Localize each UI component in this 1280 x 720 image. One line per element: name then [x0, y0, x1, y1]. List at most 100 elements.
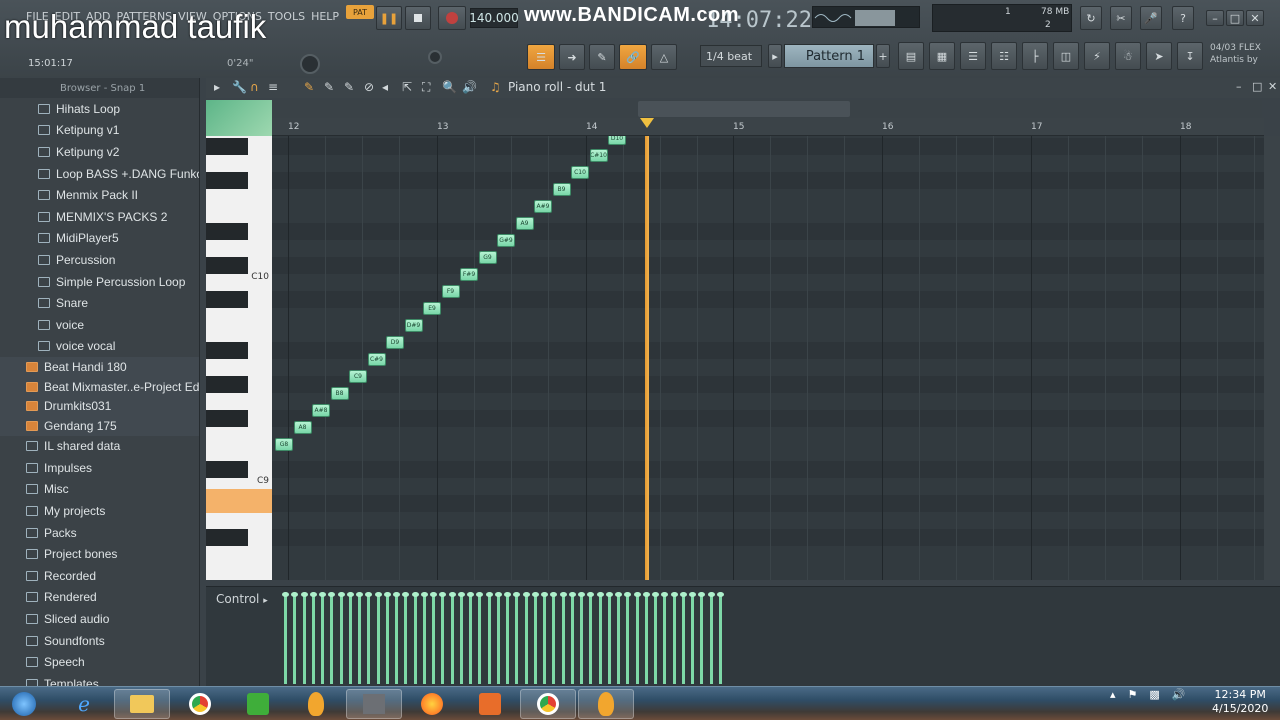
velocity-bar[interactable]	[587, 592, 594, 684]
velocity-bar[interactable]	[457, 592, 465, 684]
velocity-bar[interactable]	[420, 592, 428, 684]
scrollbar-thumb[interactable]	[638, 101, 850, 117]
taskbar-firefox[interactable]	[404, 689, 460, 719]
paint-tool-icon[interactable]: ✎	[324, 80, 334, 94]
browser-project[interactable]: Beat Mixmaster..e-Project Edit)	[0, 376, 199, 397]
midi-note[interactable]: D9	[386, 336, 404, 349]
browser-folder[interactable]: IL shared data	[0, 436, 199, 458]
midi-note[interactable]: G8	[275, 438, 293, 451]
browser-subfolder[interactable]: MidiPlayer5	[0, 228, 199, 250]
velocity-bar[interactable]	[337, 592, 345, 684]
midi-note[interactable]: F9	[441, 285, 460, 298]
browser-folder[interactable]: Rendered	[0, 587, 199, 609]
taskbar-fl-studio[interactable]	[288, 689, 344, 719]
velocity-bar[interactable]	[624, 592, 631, 684]
velocity-bar[interactable]	[679, 592, 687, 684]
velocity-bar[interactable]	[430, 592, 437, 684]
browser-folder[interactable]: Sliced audio	[0, 608, 199, 630]
velocity-lane[interactable]	[272, 590, 1264, 684]
plugin-button[interactable]: ⚡	[1084, 42, 1110, 70]
velocity-bar[interactable]	[596, 592, 604, 684]
black-key[interactable]	[206, 172, 248, 189]
browser-subfolder[interactable]: Percussion	[0, 249, 199, 271]
select-tool-icon[interactable]: ⇱	[402, 80, 412, 94]
pencil-tool-icon[interactable]: ✎	[304, 80, 314, 94]
vertical-scrollbar[interactable]	[1264, 136, 1280, 580]
browser-folder[interactable]: Templates	[0, 673, 199, 686]
browser-subfolder[interactable]: Snare	[0, 292, 199, 314]
velocity-bar[interactable]	[504, 592, 511, 684]
browser-button[interactable]: ├	[1022, 42, 1048, 70]
midi-note[interactable]: F#9	[460, 268, 478, 281]
playhead-marker[interactable]	[640, 118, 654, 128]
midi-note[interactable]: D10	[608, 136, 626, 145]
velocity-bar[interactable]	[559, 592, 567, 684]
add-pattern-button[interactable]: +	[876, 44, 890, 68]
magnet-icon[interactable]: ∩	[250, 80, 259, 94]
wrench-icon[interactable]: 🔧	[232, 80, 247, 94]
browser-folder[interactable]: Speech	[0, 651, 199, 673]
menu-icon[interactable]: ≡	[268, 80, 278, 94]
pr-maximize-icon[interactable]: □	[1252, 80, 1262, 93]
black-key[interactable]	[206, 291, 248, 308]
play-button[interactable]: ❚❚	[376, 6, 402, 30]
snap-selector[interactable]: 1/4 beat	[700, 45, 762, 67]
velocity-bar[interactable]	[716, 592, 724, 684]
piano-roll-button[interactable]: ▦	[929, 42, 955, 70]
stop-button[interactable]	[405, 6, 431, 30]
velocity-bar[interactable]	[698, 592, 705, 684]
midi-note[interactable]: G#9	[497, 234, 515, 247]
velocity-bar[interactable]	[522, 592, 530, 684]
black-key[interactable]	[206, 461, 248, 478]
link-button[interactable]: 🔗	[619, 44, 647, 70]
tool-button[interactable]: ➤	[1146, 42, 1172, 70]
velocity-bar[interactable]	[633, 592, 641, 684]
taskbar-explorer[interactable]	[114, 689, 170, 719]
download-button[interactable]: ↧	[1177, 42, 1203, 70]
zoom-icon[interactable]: 🔍	[442, 80, 457, 94]
network-icon[interactable]: ▩	[1149, 688, 1159, 701]
tray-expand-icon[interactable]: ▴	[1110, 688, 1116, 701]
cut-tool-button[interactable]: ✂	[1110, 6, 1132, 30]
browser-folder[interactable]: Impulses	[0, 457, 199, 479]
midi-note[interactable]: A#8	[312, 404, 330, 417]
velocity-bar[interactable]	[642, 592, 650, 684]
velocity-bar[interactable]	[476, 592, 483, 684]
taskbar-clock[interactable]: 12:34 PM 4/15/2020	[1212, 688, 1268, 716]
browser-folder[interactable]: Packs	[0, 522, 199, 544]
midi-note[interactable]: B9	[552, 183, 571, 196]
browser-subfolder[interactable]: Simple Percussion Loop	[0, 271, 199, 293]
browser-folder[interactable]: Misc	[0, 479, 199, 501]
velocity-bar[interactable]	[707, 592, 715, 684]
taskbar-camtasia[interactable]	[230, 689, 286, 719]
pattern-prev-button[interactable]: ▸	[768, 44, 782, 68]
velocity-bar[interactable]	[652, 592, 659, 684]
pr-close-icon[interactable]: ✕	[1268, 80, 1277, 93]
zoom-fit-icon[interactable]: ⛶	[422, 80, 430, 95]
close-button[interactable]: ✕	[1246, 10, 1264, 26]
velocity-bar[interactable]	[467, 592, 474, 684]
velocity-bar[interactable]	[319, 592, 326, 684]
midi-note[interactable]: E9	[423, 302, 441, 315]
browser-project[interactable]: Gendang 175	[0, 415, 199, 436]
midi-note[interactable]: A9	[515, 217, 534, 230]
volume-icon[interactable]: 🔊	[1172, 688, 1186, 701]
menu-help[interactable]: HELP	[311, 10, 339, 23]
pr-minimize-icon[interactable]: –	[1236, 80, 1242, 93]
browser-subfolder[interactable]: Ketipung v2	[0, 141, 199, 163]
velocity-bar[interactable]	[494, 592, 502, 684]
midi-note[interactable]: B8	[330, 387, 349, 400]
flag-icon[interactable]: ⚑	[1128, 688, 1138, 701]
taskbar-media[interactable]	[462, 689, 518, 719]
tempo-tap-button[interactable]: ☃	[1115, 42, 1141, 70]
midi-note[interactable]: A#9	[534, 200, 552, 213]
velocity-bar[interactable]	[689, 592, 696, 684]
velocity-bar[interactable]	[615, 592, 622, 684]
channel-rack-button[interactable]: ▤	[898, 42, 924, 70]
velocity-bar[interactable]	[402, 592, 409, 684]
velocity-bar[interactable]	[448, 592, 456, 684]
tempo-display[interactable]: 140.000	[469, 8, 519, 28]
velocity-bar[interactable]	[309, 592, 317, 684]
record-button[interactable]	[438, 6, 466, 30]
browser-project[interactable]: Beat Handi 180	[0, 357, 199, 377]
